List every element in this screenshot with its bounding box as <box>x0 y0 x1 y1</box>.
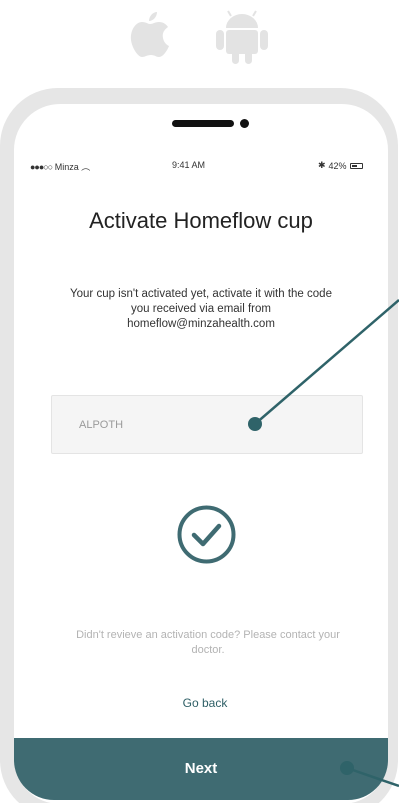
help-text: Didn't revieve an activation code? Pleas… <box>76 629 340 656</box>
activation-code-input[interactable] <box>51 395 363 454</box>
carrier-label: Minza <box>54 162 79 172</box>
page-title: Activate Homeflow cup <box>89 208 313 233</box>
next-button[interactable]: Next <box>14 738 388 800</box>
status-carrier: ●●●○○ Minza ︵ <box>30 160 90 173</box>
android-icon <box>216 10 268 64</box>
go-back-link[interactable]: Go back <box>150 696 260 710</box>
status-battery: ✱ 42% <box>318 160 363 171</box>
phone-speaker <box>172 120 234 127</box>
battery-label: 42% <box>328 160 347 171</box>
activation-description: Your cup isn't activated yet, activate i… <box>70 288 332 330</box>
status-time: 9:41 AM <box>172 160 206 170</box>
wifi-icon: ︵ <box>81 162 91 172</box>
presentation-canvas: ●●●○○ Minza ︵ 9:41 AM ✱ 42% Activate Hom… <box>0 0 399 803</box>
bluetooth-icon: ✱ <box>318 160 326 170</box>
battery-icon <box>349 162 363 169</box>
phone-camera <box>240 119 249 128</box>
signal-icon: ●●●○○ <box>30 162 53 172</box>
apple-icon <box>130 12 169 57</box>
checkmark-icon <box>177 505 236 564</box>
